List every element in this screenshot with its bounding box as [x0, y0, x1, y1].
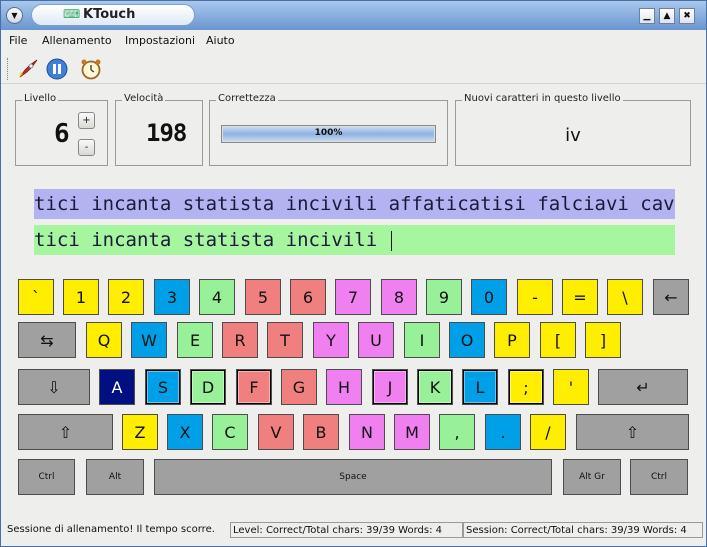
key-1[interactable]: 1	[63, 279, 99, 315]
toolbar	[1, 52, 706, 84]
key-v[interactable]: V	[258, 414, 294, 450]
key-equals[interactable]: =	[562, 279, 598, 315]
key-e[interactable]: E	[177, 322, 213, 358]
start-training-icon[interactable]	[16, 57, 40, 81]
maximize-button[interactable]: ▲	[659, 8, 675, 24]
level-stats: Level: Correct/Total chars: 39/39 Words:…	[230, 522, 463, 538]
ktouch-icon: ⌨	[63, 7, 81, 21]
key-2[interactable]: 2	[108, 279, 144, 315]
new-chars-value: iv	[565, 125, 581, 146]
menu-allenamento[interactable]: Allenamento	[42, 34, 112, 47]
menu-impostazioni[interactable]: Impostazioni	[125, 34, 195, 47]
key-a[interactable]: A	[99, 369, 135, 405]
status-bar: Sessione di allenamento! Il tempo scorre…	[1, 520, 706, 540]
key-semicolon[interactable]: ;	[508, 369, 544, 405]
key-right-bracket[interactable]: ]	[585, 322, 621, 358]
key-c[interactable]: C	[212, 414, 248, 450]
speed-value: 198	[146, 119, 187, 147]
key-tab[interactable]: ⇆	[18, 322, 76, 358]
key-left-shift[interactable]: ⇧	[18, 414, 113, 450]
ktouch-window: ▼ ⌨ KTouch ▁ ▲ ✖ File Allenamento Impost…	[0, 0, 707, 547]
new-chars-label: Nuovi caratteri in questo livello	[462, 93, 623, 104]
speed-group: Velocità 198	[115, 93, 203, 166]
key-3[interactable]: 3	[154, 279, 190, 315]
title-bar[interactable]: ▼ ⌨ KTouch ▁ ▲ ✖	[1, 1, 706, 30]
key-k[interactable]: K	[417, 369, 453, 405]
key-w[interactable]: W	[131, 322, 167, 358]
key-backspace[interactable]: ←	[653, 279, 689, 315]
key-z[interactable]: Z	[122, 414, 158, 450]
key-p[interactable]: P	[494, 322, 530, 358]
key-right-ctrl[interactable]: Ctrl	[630, 459, 688, 495]
accuracy-group: Correttezza 100%	[209, 93, 448, 166]
student-text: tici incanta statista incivili	[34, 229, 389, 251]
key-4[interactable]: 4	[199, 279, 235, 315]
menu-file[interactable]: File	[9, 34, 27, 47]
key-period[interactable]: .	[485, 414, 521, 450]
key-q[interactable]: Q	[86, 322, 122, 358]
new-chars-group: Nuovi caratteri in questo livello iv	[455, 93, 691, 166]
menu-bar: File Allenamento Impostazioni Aiuto	[1, 30, 706, 52]
key-left-ctrl[interactable]: Ctrl	[18, 459, 75, 495]
key-y[interactable]: Y	[313, 322, 349, 358]
key-right-shift[interactable]: ⇧	[576, 414, 689, 450]
menu-aiuto[interactable]: Aiuto	[206, 34, 235, 47]
key-x[interactable]: X	[167, 414, 203, 450]
key-o[interactable]: O	[449, 322, 485, 358]
key-f[interactable]: F	[236, 369, 272, 405]
close-button[interactable]: ✖	[679, 8, 695, 24]
key-slash[interactable]: /	[530, 414, 566, 450]
speed-label: Velocità	[122, 93, 166, 104]
key-left-bracket[interactable]: [	[540, 322, 576, 358]
session-stats: Session: Correct/Total chars: 39/39 Word…	[463, 522, 703, 538]
level-down-button[interactable]: -	[78, 139, 95, 156]
key-comma[interactable]: ,	[439, 414, 475, 450]
key-minus[interactable]: -	[517, 279, 553, 315]
key-u[interactable]: U	[358, 322, 394, 358]
key-8[interactable]: 8	[381, 279, 417, 315]
level-label: Livello	[22, 93, 59, 104]
key-i[interactable]: I	[404, 322, 440, 358]
minimize-button[interactable]: ▁	[639, 8, 655, 24]
accuracy-value: 100%	[314, 128, 343, 138]
key-l[interactable]: L	[462, 369, 498, 405]
key-r[interactable]: R	[222, 322, 258, 358]
key-n[interactable]: N	[349, 414, 385, 450]
key-alt[interactable]: Alt	[86, 459, 144, 495]
level-value: 6	[54, 119, 70, 149]
key-t[interactable]: T	[267, 322, 303, 358]
key-6[interactable]: 6	[290, 279, 326, 315]
key-backslash[interactable]: \	[607, 279, 643, 315]
window-title: KTouch	[83, 7, 136, 22]
key-enter[interactable]: ↵	[598, 369, 688, 405]
student-line[interactable]: tici incanta statista incivili	[34, 225, 675, 255]
level-group: Livello 6 + -	[15, 93, 108, 166]
key-h[interactable]: H	[326, 369, 362, 405]
key-s[interactable]: S	[145, 369, 181, 405]
pause-icon[interactable]	[45, 57, 69, 81]
accuracy-label: Correttezza	[216, 93, 278, 104]
key-7[interactable]: 7	[335, 279, 371, 315]
text-caret	[390, 230, 392, 251]
key-0[interactable]: 0	[471, 279, 507, 315]
key-g[interactable]: G	[281, 369, 317, 405]
key-space[interactable]: Space	[154, 459, 552, 495]
teacher-line: tici incanta statista incivili affaticat…	[34, 189, 675, 219]
key-9[interactable]: 9	[426, 279, 462, 315]
toolbar-grip[interactable]	[7, 58, 10, 80]
key-d[interactable]: D	[190, 369, 226, 405]
key-m[interactable]: M	[394, 414, 430, 450]
key-5[interactable]: 5	[245, 279, 281, 315]
key-caps-lock[interactable]: ⇩	[18, 369, 90, 405]
key-j[interactable]: J	[372, 369, 408, 405]
level-up-button[interactable]: +	[78, 112, 95, 129]
accuracy-progress-bar: 100%	[221, 125, 436, 143]
key-apostrophe[interactable]: '	[553, 369, 589, 405]
window-menu-button[interactable]: ▼	[6, 7, 23, 24]
key-altgr[interactable]: Alt Gr	[563, 459, 621, 495]
clock-icon[interactable]	[79, 57, 103, 81]
status-message: Sessione di allenamento! Il tempo scorre…	[7, 524, 215, 535]
key-b[interactable]: B	[303, 414, 339, 450]
key-backtick[interactable]: `	[18, 279, 54, 315]
